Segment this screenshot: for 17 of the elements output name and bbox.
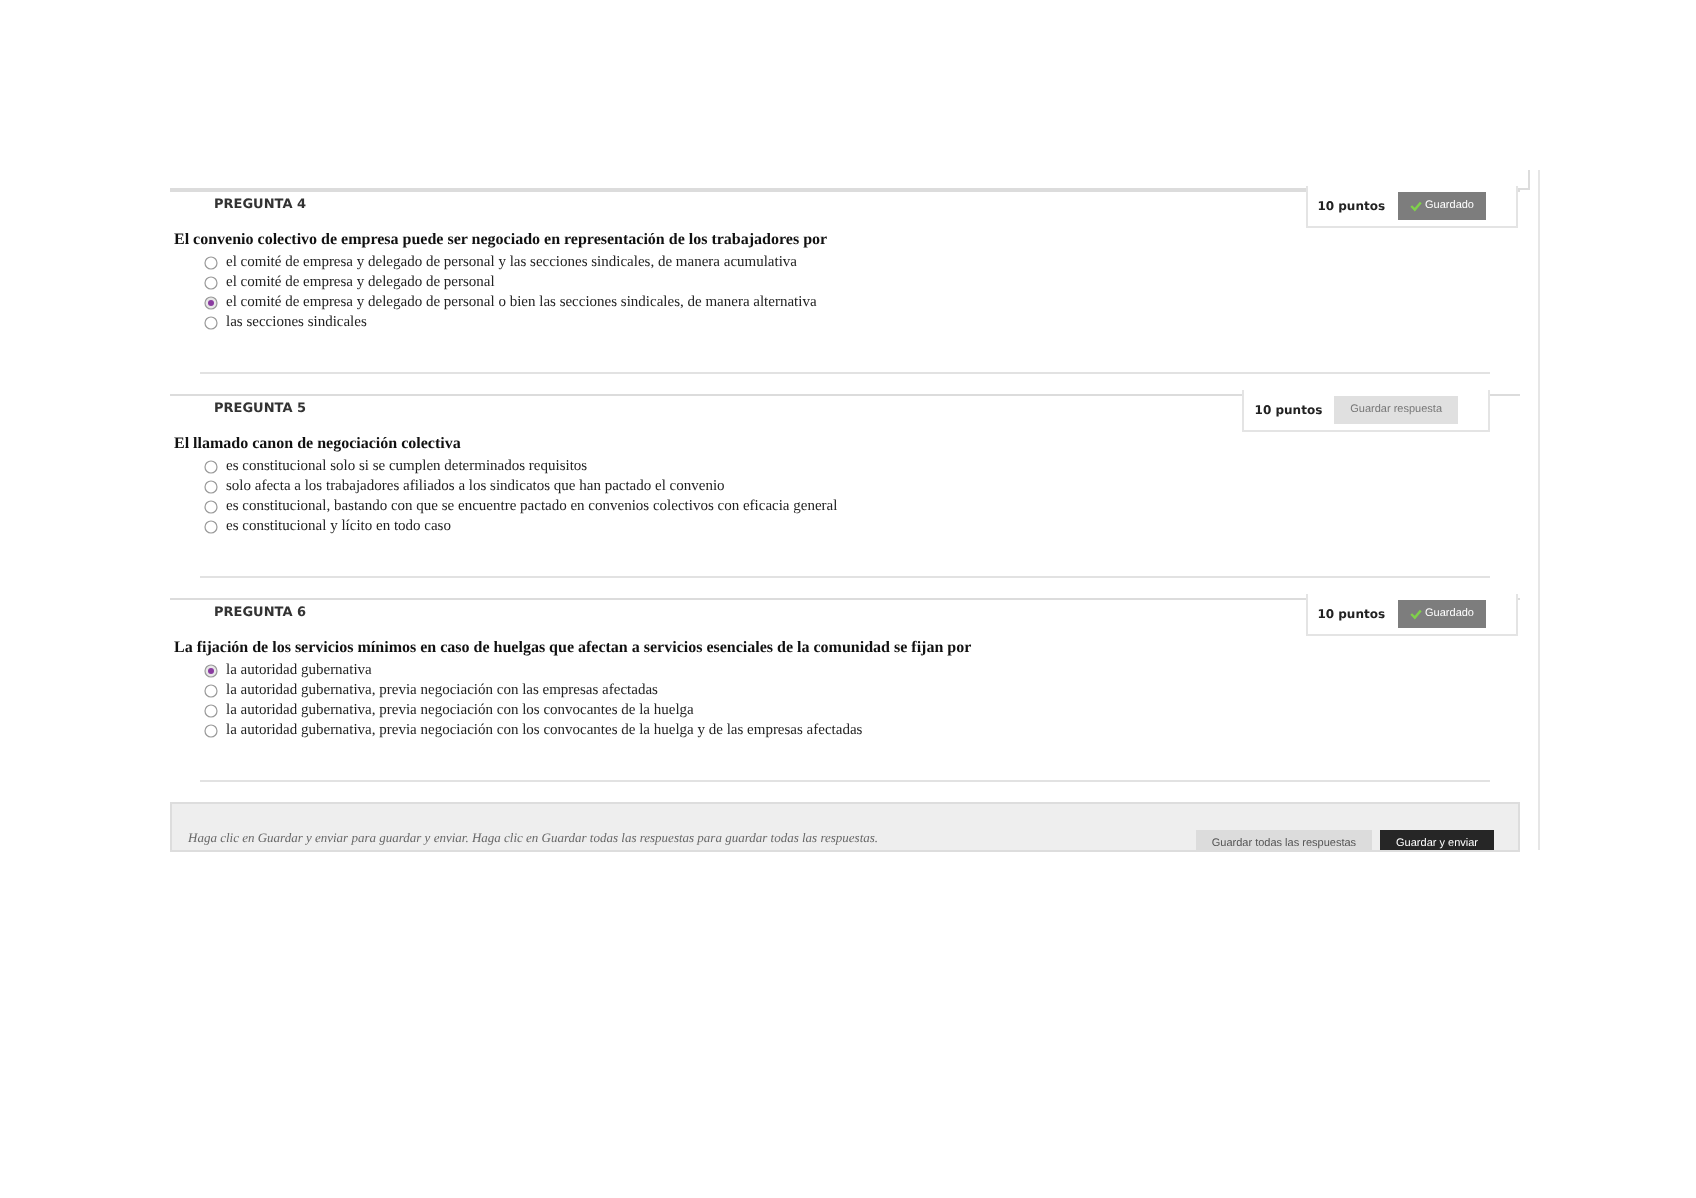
question-text: El llamado canon de negociación colectiva <box>174 434 463 454</box>
radio-button[interactable] <box>204 663 218 677</box>
radio-button[interactable] <box>204 315 218 329</box>
question-text: La fijación de los servicios mínimos en caso de huelgas que afectan a servicios esenciales de la comunidad se fijan por <box>174 638 974 658</box>
radio-button[interactable] <box>204 255 218 269</box>
radio-button[interactable] <box>204 459 218 473</box>
radio-button[interactable] <box>204 479 218 493</box>
radio-button[interactable] <box>204 499 218 513</box>
check-icon <box>1409 200 1422 212</box>
radio-button[interactable] <box>204 519 218 533</box>
radio-button[interactable] <box>204 723 218 737</box>
radio-button[interactable] <box>204 703 218 717</box>
check-icon <box>1409 608 1422 620</box>
radio-button[interactable] <box>204 683 218 697</box>
question-text: El convenio colectivo de empresa puede ser negociado en representación de los trabajadores por <box>174 230 830 250</box>
radio-button[interactable] <box>204 295 218 309</box>
radio-button[interactable] <box>204 275 218 289</box>
